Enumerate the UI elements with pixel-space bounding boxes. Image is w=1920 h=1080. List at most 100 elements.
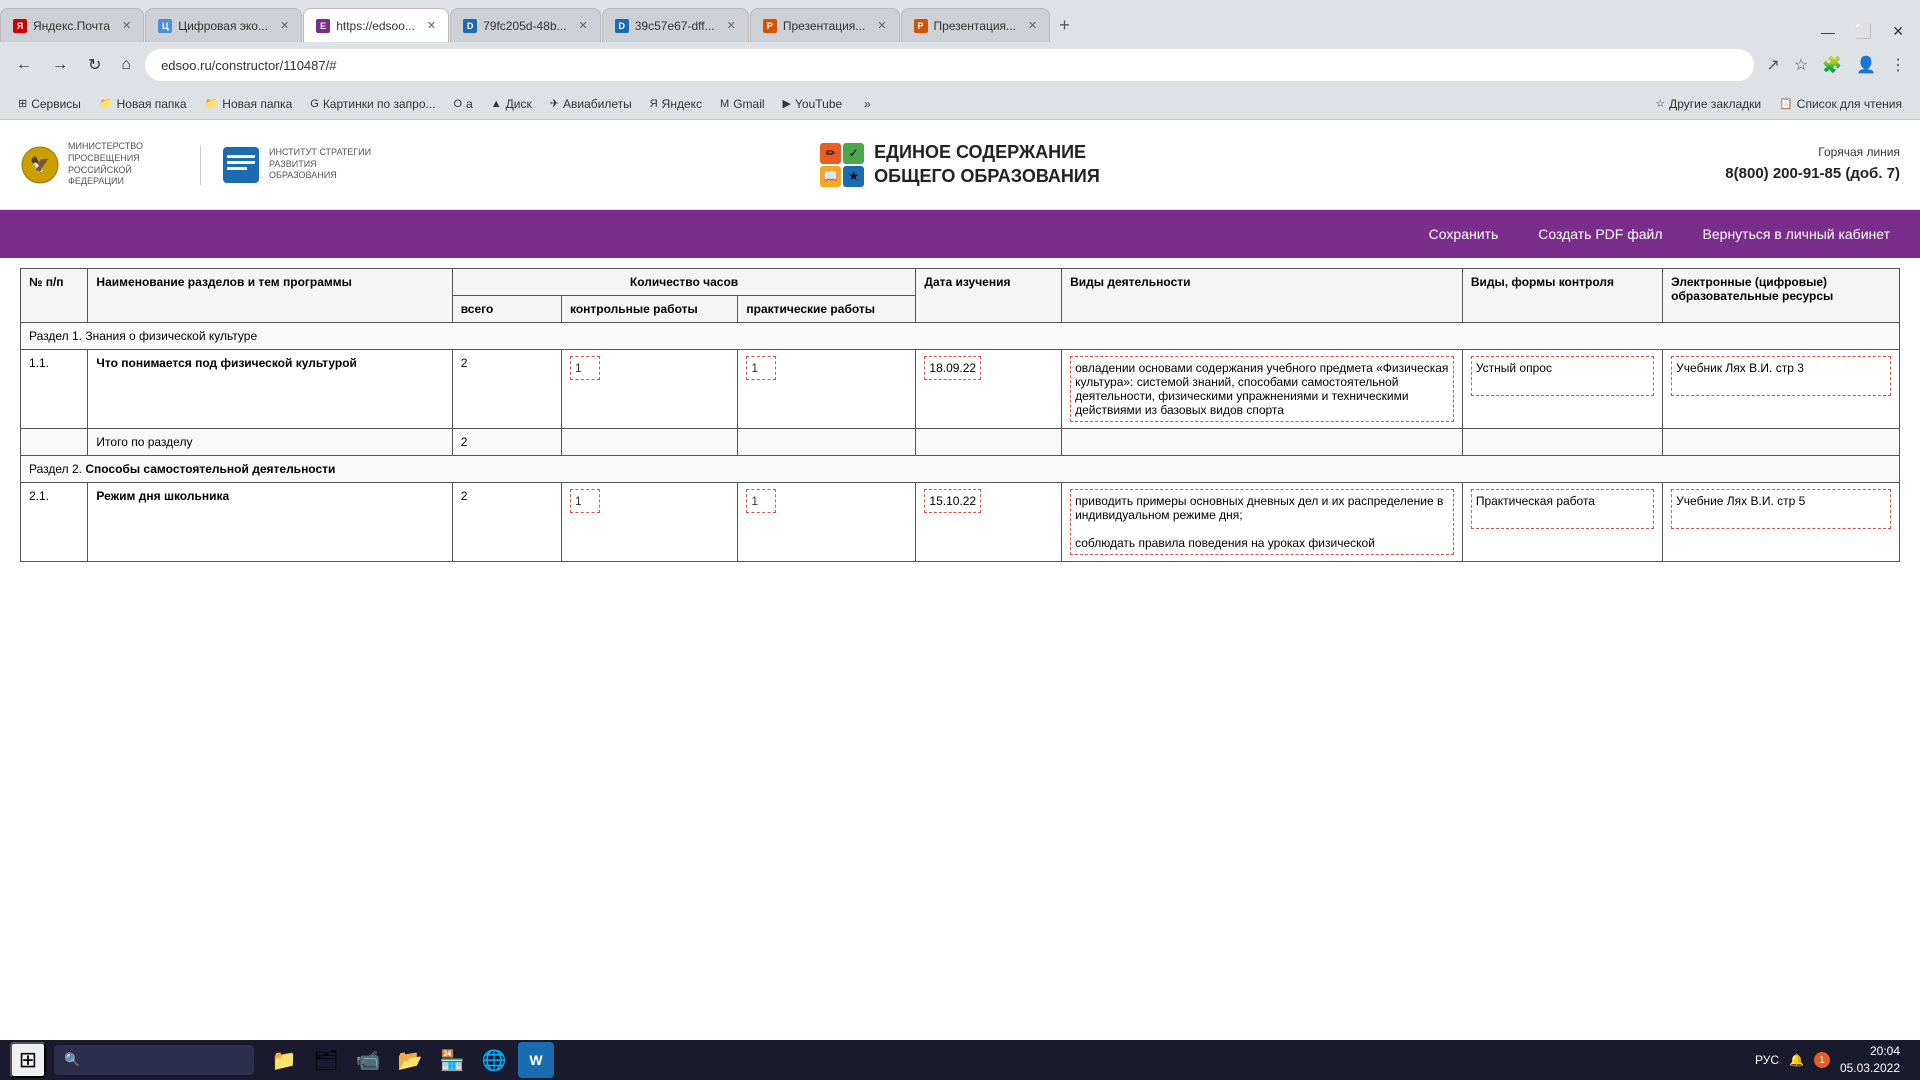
tab-favicon: P: [914, 19, 928, 33]
taskbar: ⊞ 🔍 📁🗂📹📂🏪🌐W РУС 🔔 1 20:04 05.03.2022: [0, 1040, 1920, 1080]
bookmark-icon: 📋: [1779, 97, 1793, 110]
taskbar-store-icon[interactable]: 🏪: [434, 1042, 470, 1078]
editable-control[interactable]: 1: [570, 489, 600, 513]
browser-tab-tab2[interactable]: ЦЦифровая эко...✕: [145, 8, 302, 42]
tab-label: 79fc205d-48b...: [483, 19, 566, 33]
cell-name: Режим дня школьника: [88, 483, 452, 562]
bookmark-star-icon[interactable]: ☆: [1790, 51, 1812, 79]
start-button[interactable]: ⊞: [10, 1042, 46, 1078]
editable-forms[interactable]: Практическая работа: [1471, 489, 1654, 529]
header-logos: 🦅 МИНИСТЕРСТВО ПРОСВЕЩЕНИЯ РОССИЙСКОЙ ФЕ…: [20, 141, 490, 188]
cell-hours-total: 2: [452, 483, 561, 562]
notification-icon[interactable]: 🔔: [1789, 1053, 1804, 1067]
bookmark-item[interactable]: ▲Диск: [483, 95, 540, 113]
taskbar-files-icon[interactable]: 📂: [392, 1042, 428, 1078]
tab-label: Цифровая эко...: [178, 19, 268, 33]
address-input[interactable]: [145, 49, 1754, 81]
esoo-squares-icon: ✏ ✓ 📖 ★: [820, 143, 864, 187]
tab-close-icon[interactable]: ✕: [579, 19, 588, 32]
bookmark-item[interactable]: ЯЯндекс: [642, 95, 710, 113]
bookmark-label: Сервисы: [31, 97, 81, 111]
hotline-info: Горячая линия 8(800) 200-91-85 (доб. 7): [1430, 143, 1900, 186]
th-date: Дата изучения: [916, 269, 1062, 323]
back-to-cabinet-button[interactable]: Вернуться в личный кабинет: [1703, 226, 1890, 242]
browser-tab-tab7[interactable]: PПрезентация...✕: [901, 8, 1051, 42]
bookmark-item[interactable]: GКартинки по запро...: [302, 95, 443, 113]
bookmark-icon: ☆: [1655, 97, 1665, 110]
browser-frame: ЯЯндекс.Почта✕ЦЦифровая эко...✕Ehttps://…: [0, 0, 1920, 120]
tab-close-icon[interactable]: ✕: [877, 19, 886, 32]
editable-activity[interactable]: приводить примеры основных дневных дел и…: [1070, 489, 1454, 555]
editable-practice[interactable]: 1: [746, 356, 776, 380]
table-area: № п/п Наименование разделов и тем програ…: [0, 258, 1920, 1040]
taskbar-file-explorer-icon[interactable]: 📁: [266, 1042, 302, 1078]
browser-tab-tab3[interactable]: Ehttps://edsoo...✕: [303, 8, 449, 42]
cell-hours-practice: 1: [738, 483, 916, 562]
editable-forms[interactable]: Устный опрос: [1471, 356, 1654, 396]
share-icon[interactable]: ↗: [1762, 51, 1783, 79]
esoo-line1: ЕДИНОЕ СОДЕРЖАНИЕ: [874, 141, 1100, 164]
bookmark-item[interactable]: ▶YouTube: [775, 95, 851, 113]
bookmark-item[interactable]: 📁Новая папка: [91, 95, 195, 113]
taskbar-word-icon[interactable]: W: [518, 1042, 554, 1078]
bookmark-item[interactable]: ⊞Сервисы: [10, 95, 89, 113]
tab-close-icon[interactable]: ✕: [427, 19, 436, 32]
reload-button[interactable]: ↻: [82, 51, 107, 79]
editable-date[interactable]: 15.10.22: [924, 489, 981, 513]
bookmark-label: Другие закладки: [1669, 97, 1761, 111]
bookmark-icon: M: [720, 98, 729, 110]
esoo-line2: ОБЩЕГО ОБРАЗОВАНИЯ: [874, 165, 1100, 188]
tab-close-icon[interactable]: ✕: [280, 19, 289, 32]
bookmark-icon: G: [310, 98, 319, 110]
editable-resources[interactable]: Учебник Лях В.И. стр 3: [1671, 356, 1891, 396]
back-button[interactable]: ←: [10, 52, 38, 78]
save-button[interactable]: Сохранить: [1429, 226, 1499, 242]
taskbar-edge-icon[interactable]: 🌐: [476, 1042, 512, 1078]
maximize-button[interactable]: ⬜: [1847, 21, 1880, 42]
taskbar-search[interactable]: 🔍: [54, 1045, 254, 1075]
home-button[interactable]: ⌂: [115, 52, 137, 78]
editable-practice[interactable]: 1: [746, 489, 776, 513]
clock-date: 05.03.2022: [1840, 1060, 1900, 1077]
taskbar-widget-icon[interactable]: 🗂: [308, 1042, 344, 1078]
browser-tab-tab1[interactable]: ЯЯндекс.Почта✕: [0, 8, 144, 42]
th-hours-practice: практические работы: [738, 296, 916, 323]
total-empty-cell: [1062, 429, 1463, 456]
menu-icon[interactable]: ⋮: [1886, 51, 1910, 79]
bookmark-item[interactable]: ✈Авиабилеты: [542, 95, 640, 113]
window-controls: — ⬜ ✕: [1813, 21, 1920, 42]
bookmark-item[interactable]: MGmail: [712, 95, 773, 113]
bookmark-icon: Я: [650, 98, 658, 110]
tab-close-icon[interactable]: ✕: [122, 19, 131, 32]
th-forms: Виды, формы контроля: [1462, 269, 1662, 323]
bookmark-item[interactable]: 📁Новая папка: [197, 95, 301, 113]
editable-control[interactable]: 1: [570, 356, 600, 380]
taskbar-camera-icon[interactable]: 📹: [350, 1042, 386, 1078]
bookmark-item[interactable]: »: [852, 95, 879, 113]
browser-tab-tab6[interactable]: PПрезентация...✕: [750, 8, 900, 42]
bookmark-item[interactable]: ☆ Другие закладки: [1647, 95, 1769, 113]
bookmark-item[interactable]: 📋Список для чтения: [1771, 95, 1910, 113]
browser-tab-tab5[interactable]: D39c57e67-dff...✕: [602, 8, 749, 42]
address-bar-row: ← → ↻ ⌂ ↗ ☆ 🧩 👤 ⋮: [0, 42, 1920, 88]
new-tab-button[interactable]: +: [1051, 8, 1078, 42]
editable-resources[interactable]: Учебние Лях В.И. стр 5: [1671, 489, 1891, 529]
bookmark-icon: О: [454, 98, 463, 110]
minimize-button[interactable]: —: [1813, 22, 1843, 42]
bookmark-item[interactable]: Оa: [446, 95, 481, 113]
close-button[interactable]: ✕: [1884, 21, 1912, 42]
create-pdf-button[interactable]: Создать PDF файл: [1538, 226, 1662, 242]
editable-activity[interactable]: овладении основами содержания учебного п…: [1070, 356, 1454, 422]
total-hours-cell: 2: [452, 429, 561, 456]
profile-icon[interactable]: 👤: [1852, 51, 1880, 79]
tab-close-icon[interactable]: ✕: [1028, 19, 1037, 32]
cell-num: 1.1.: [21, 350, 88, 429]
forward-button[interactable]: →: [46, 52, 74, 78]
tab-close-icon[interactable]: ✕: [727, 19, 736, 32]
section-label: Раздел 2. Способы самостоятельной деятел…: [21, 456, 1900, 483]
total-label-cell: Итого по разделу: [88, 429, 452, 456]
editable-date[interactable]: 18.09.22: [924, 356, 981, 380]
bookmark-label: Диск: [506, 97, 532, 111]
browser-tab-tab4[interactable]: D79fc205d-48b...✕: [450, 8, 601, 42]
extensions-icon[interactable]: 🧩: [1818, 51, 1846, 79]
